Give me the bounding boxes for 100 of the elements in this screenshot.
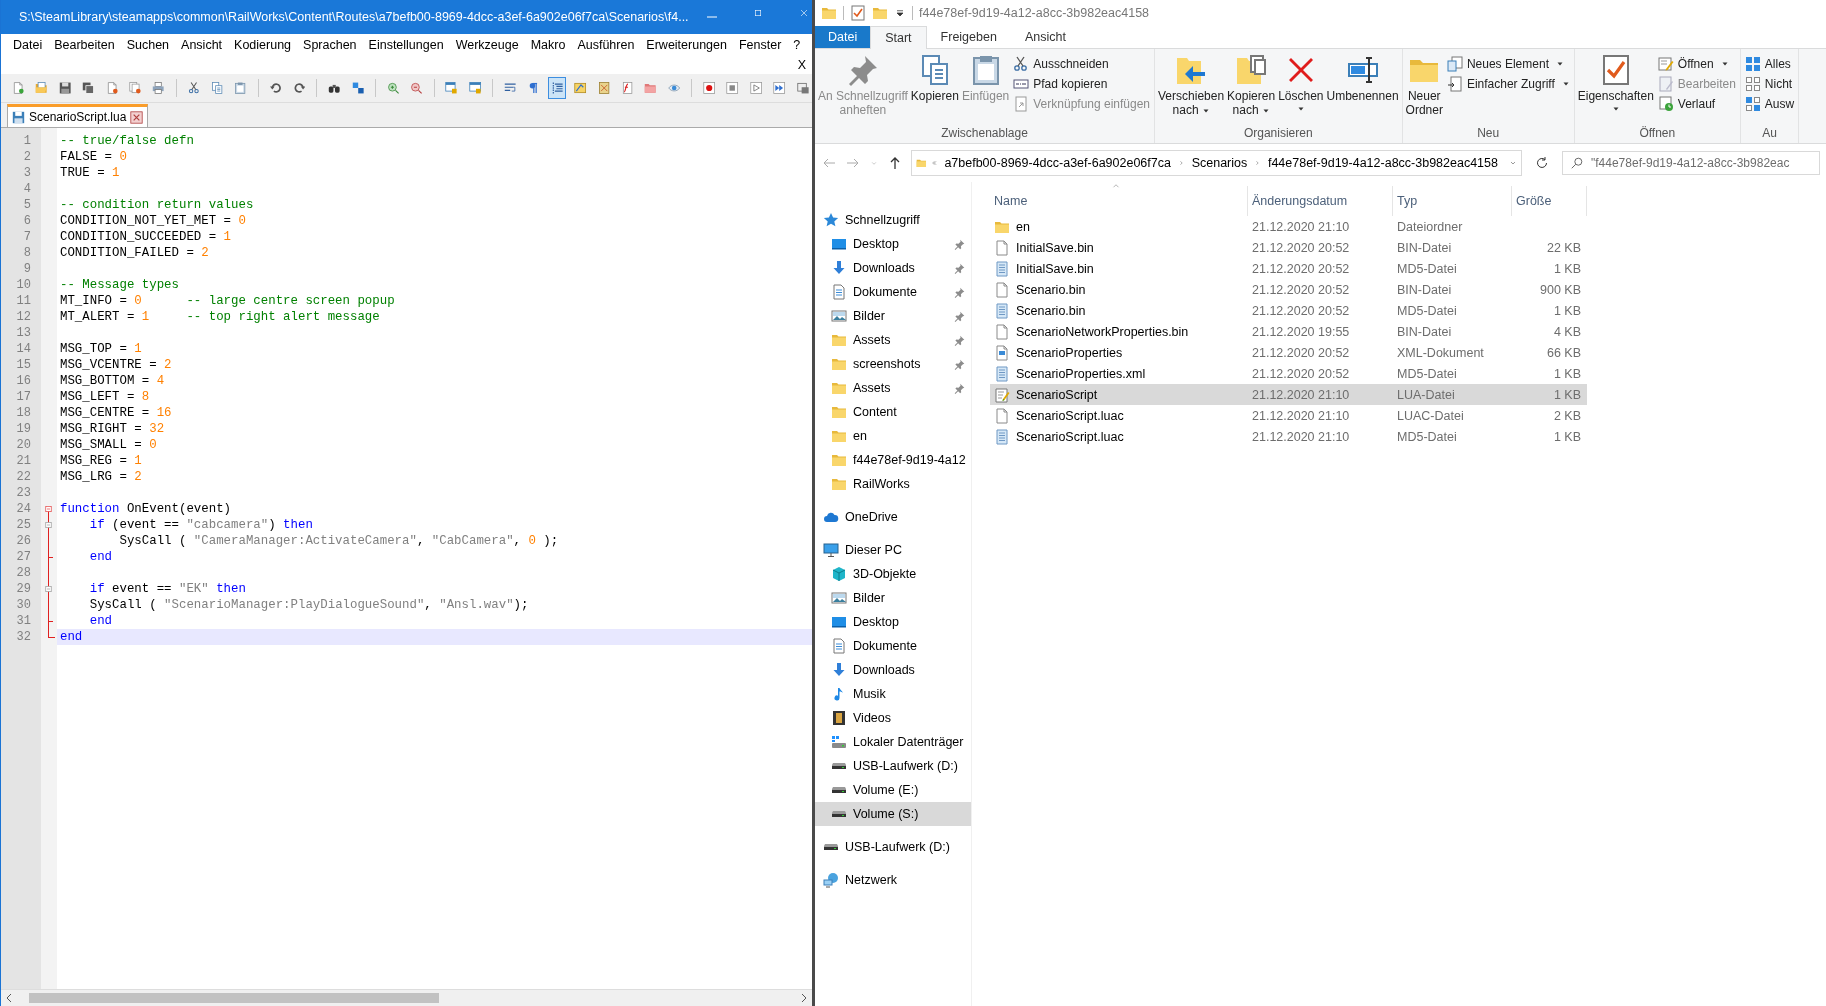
nav-item[interactable]: OneDrive [815,505,971,529]
file-row[interactable]: ScenarioNetworkProperties.bin 21.12.2020 19:55 BIN-Datei 4 KB [990,321,1587,342]
indent-guide-icon[interactable] [547,77,567,99]
nav-item[interactable]: Netzwerk [815,868,971,892]
nav-item[interactable]: Desktop [815,232,971,256]
file-row[interactable]: Scenario.bin 21.12.2020 20:52 BIN-Datei 900 KB [990,279,1587,300]
ribbon-button[interactable]: Verlauf [1657,94,1736,113]
menu-item[interactable]: Erweiterungen [640,38,733,52]
ribbon-button[interactable]: Ausschneiden [1013,54,1151,73]
file-row[interactable]: InitialSave.bin 21.12.2020 20:52 BIN-Datei 22 KB [990,237,1587,258]
menu-item[interactable]: Datei [7,38,49,52]
nav-item[interactable]: Desktop [815,610,971,634]
nav-item[interactable]: Schnellzugriff [815,208,971,232]
folder-icon[interactable] [821,5,837,21]
nav-item[interactable]: Videos [815,706,971,730]
file-name: ScenarioProperties [1016,345,1123,360]
close-icon[interactable] [798,10,809,16]
file-row[interactable]: en 21.12.2020 21:10 Dateiordner [990,216,1587,237]
ribbon-tab[interactable]: Ansicht [1010,26,1080,48]
ribbon-tab[interactable]: Datei [815,26,871,48]
nav-item[interactable]: Bilder [815,304,971,328]
nav-item[interactable]: RailWorks [815,472,971,496]
floppy-icon [12,110,25,124]
nav-item[interactable]: Bilder [815,586,971,610]
close-document-button[interactable]: X [797,58,806,72]
nav-item[interactable]: screenshots [815,352,971,376]
column-header[interactable]: Name [990,186,1248,216]
nav-item[interactable]: Musik [815,682,971,706]
menu-item[interactable]: Suchen [120,38,176,52]
file-tab[interactable]: ScenarioScript.lua [7,104,149,127]
file-row[interactable]: InitialSave.bin 21.12.2020 20:52 MD5-Datei 1 KB [990,258,1587,279]
nav-item[interactable]: Assets [815,376,971,400]
file-row[interactable]: ScenarioScript 21.12.2020 21:10 LUA-Datei 1 KB [990,384,1587,405]
ribbon-button[interactable]: Einfacher Zugriff [1446,74,1570,93]
menu-item[interactable]: Ansicht [175,38,229,52]
ribbon-button[interactable]: Alles [1744,54,1795,73]
file-row[interactable]: ScenarioProperties 21.12.2020 20:52 XML-Dokument 66 KB [990,342,1587,363]
ribbon-tab[interactable]: Start [870,26,927,49]
ribbon-button[interactable]: Neues Element [1446,54,1570,73]
nav-item[interactable]: USB-Laufwerk (D:) [815,835,971,859]
search-field[interactable]: "f44e78ef-9d19-4a12-a8cc-3b982eac [1562,151,1820,175]
ribbon-button[interactable]: Pfad kopieren [1013,74,1151,93]
ribbon-tab[interactable]: Freigeben [926,26,1011,48]
nav-item[interactable]: Dieser PC [815,538,971,562]
horizontal-scrollbar[interactable] [1,989,812,1006]
table-cell: XML-Dokument [1397,345,1484,360]
ribbon-button[interactable]: Neuer Ordner [1404,52,1444,125]
menu-item[interactable]: Ausführen [571,38,641,52]
address-bar[interactable]: a7befb00-8969-4dcc-a3ef-6a902e06f7ca Scenarios f44e78ef-9d19-4a12-a8cc-3b982eac4158 [911,150,1522,176]
nav-item[interactable]: Downloads [815,658,971,682]
ribbon-button[interactable]: Löschen [1277,52,1325,125]
nav-item[interactable]: f44e78ef-9d19-4a12 [815,448,971,472]
search-icon [1570,156,1584,170]
menu-item[interactable]: ? [787,38,807,52]
file-row[interactable]: ScenarioProperties.xml 21.12.2020 20:52 MD5-Datei 1 KB [990,363,1587,384]
fold-toggle-icon[interactable] [44,506,53,512]
ribbon-button[interactable]: Verschieben nach [1157,52,1226,125]
ribbon-button[interactable]: Umbenennen [1325,52,1400,125]
ribbon-button[interactable]: Eigenschaften [1576,52,1655,125]
ribbon-button[interactable]: Ausw [1744,94,1795,113]
breadcrumb[interactable]: a7befb00-8969-4dcc-a3ef-6a902e06f7ca [941,156,1174,170]
menu-item[interactable]: Sprachen [297,38,363,52]
column-header[interactable]: Typ [1393,186,1512,216]
ribbon-button[interactable]: Öffnen [1657,54,1736,73]
nav-item[interactable]: USB-Laufwerk (D:) [815,754,971,778]
file-row[interactable]: ScenarioScript.luac 21.12.2020 21:10 MD5-Datei 1 KB [990,426,1587,447]
menu-item[interactable]: Fenster [732,38,788,52]
menu-item[interactable]: Kodierung [228,38,298,52]
nav-item[interactable]: Content [815,400,971,424]
breadcrumb[interactable]: f44e78ef-9d19-4a12-a8cc-3b982eac4158 [1264,156,1501,170]
menu-item[interactable]: Bearbeiten [48,38,121,52]
menu-item[interactable]: Werkzeuge [449,38,525,52]
nav-item[interactable]: Volume (S:) [815,802,971,826]
nav-item[interactable]: Lokaler Datenträger [815,730,971,754]
breadcrumb[interactable]: Scenarios [1188,156,1251,170]
close-icon[interactable] [130,110,144,124]
nav-item[interactable]: 3D-Objekte [815,562,971,586]
column-header[interactable]: Änderungsdatum [1248,186,1393,216]
folder-icon[interactable] [872,5,888,21]
menu-item[interactable]: Makro [524,38,572,52]
nav-item[interactable]: Downloads [815,256,971,280]
minimize-icon[interactable] [706,14,717,20]
column-header[interactable]: Größe [1512,186,1587,216]
file-row[interactable]: Scenario.bin 21.12.2020 20:52 MD5-Datei 1 KB [990,300,1587,321]
ribbon-button[interactable]: Kopieren nach [1226,52,1277,125]
scrollbar-thumb[interactable] [29,993,439,1003]
fold-toggle-icon[interactable] [44,522,53,528]
file-name: ScenarioScript [1016,387,1098,402]
ribbon-button[interactable]: Kopieren [909,52,960,125]
maximize-icon[interactable] [752,10,763,16]
nav-item[interactable]: en [815,424,971,448]
nav-item[interactable]: Dokumente [815,280,971,304]
nav-item[interactable]: Assets [815,328,971,352]
nav-item[interactable]: Volume (E:) [815,778,971,802]
file-row[interactable]: ScenarioScript.luac 21.12.2020 21:10 LUAC-Datei 2 KB [990,405,1587,426]
nav-item[interactable]: Dokumente [815,634,971,658]
menu-item[interactable]: Einstellungen [362,38,450,52]
checkmark-page-icon[interactable] [850,5,866,21]
fold-toggle-icon[interactable] [44,586,53,592]
ribbon-button[interactable]: Nicht [1744,74,1795,93]
